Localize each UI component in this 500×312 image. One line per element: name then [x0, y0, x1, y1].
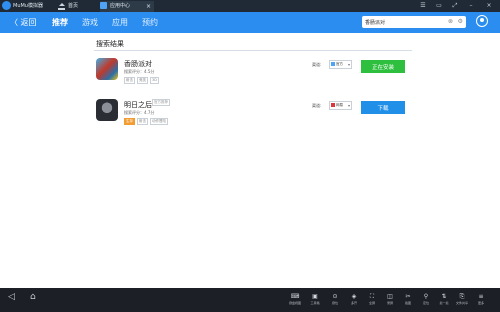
app-name[interactable]: 香肠派对: [124, 59, 152, 69]
clear-search-icon[interactable]: ⊗: [448, 17, 453, 27]
source-label: 渠道:: [312, 103, 322, 108]
tab-home-label: 首页: [68, 3, 79, 9]
tab-close-icon[interactable]: ×: [146, 1, 151, 12]
toolbox-icon: ▣: [312, 293, 318, 300]
keyboard-view-button[interactable]: ⌨ 键盘视图: [284, 293, 306, 306]
restore-icon[interactable]: ▭: [432, 0, 446, 12]
emulator-toolbar: ◁ ⌂ ⌨ 键盘视图 ▣ 工具箱 ⊙ 键位 ◈ 多开 ⛶ 全屏 ◫ 录屏 ✂ 截图 ⚲ 定位 ⇅…: [0, 288, 500, 312]
app-rating: 搜索评分：4.5分: [124, 69, 155, 74]
tool-label: 更多: [477, 301, 484, 305]
tag: 竞技: [137, 77, 148, 84]
result-item[interactable]: 香肠派对 搜索评分：4.5分 射击 竞技 3D 渠道: 官方 ▾ 正在安装: [92, 55, 414, 91]
source-select[interactable]: 官方 ▾: [329, 60, 352, 69]
search-box: ⊗ ⚙: [362, 16, 466, 28]
home-icon: [58, 1, 65, 10]
tool-label: 键盘视图: [288, 301, 301, 305]
gear-icon[interactable]: ⚙: [458, 17, 463, 27]
source-select[interactable]: 网易 ▾: [329, 101, 352, 110]
nav-tab-apps[interactable]: 应用: [112, 12, 128, 33]
back-button[interactable]: 〈 返回: [10, 12, 37, 33]
keyboard-icon: ⌨: [290, 293, 300, 300]
section-title: 搜索结果: [96, 40, 124, 48]
nav-tab-games[interactable]: 游戏: [82, 12, 98, 33]
recommend-badge: 官方推荐: [152, 99, 170, 106]
app-name[interactable]: 明日之后: [124, 100, 152, 110]
tag: 生存: [124, 118, 135, 125]
close-window-icon[interactable]: ×: [482, 0, 496, 12]
nav-tab-recommend[interactable]: 推荐: [52, 12, 68, 33]
source-logo-icon: [331, 62, 335, 66]
download-button[interactable]: 下载: [361, 101, 405, 114]
nav-bar: 〈 返回 推荐 游戏 应用 预约 ⊗ ⚙: [0, 12, 500, 33]
android-home-icon[interactable]: ⌂: [30, 292, 36, 302]
tag: 射击: [124, 77, 135, 84]
game-icon[interactable]: [96, 58, 118, 80]
android-back-icon[interactable]: ◁: [8, 292, 15, 302]
source-value: 官方: [336, 62, 343, 66]
tag-list: 射击 竞技 3D: [124, 76, 161, 84]
toolbox-button[interactable]: ▣ 工具箱: [304, 293, 326, 306]
chevron-down-icon: ▾: [347, 62, 350, 67]
mumu-logo-icon: [2, 1, 11, 10]
title-bar: MuMu模拟器 首页 应用中心 × ☰ ▭ ⤢ – ×: [0, 0, 500, 12]
tab-app-center-label: 应用中心: [110, 3, 131, 9]
app-center-icon: [100, 2, 107, 9]
tag-list: 生存 射击 动作冒险: [124, 117, 170, 125]
tag: 射击: [137, 118, 148, 125]
minimize-icon[interactable]: –: [464, 0, 478, 12]
app-rating: 搜索评分：4.7分: [124, 110, 155, 115]
search-input[interactable]: [365, 17, 445, 27]
installing-button[interactable]: 正在安装: [361, 60, 405, 73]
menu-icon[interactable]: ☰: [416, 0, 430, 12]
nav-tab-reserve[interactable]: 预约: [142, 12, 158, 33]
user-avatar-icon[interactable]: [476, 15, 488, 27]
fullscreen-icon[interactable]: ⤢: [448, 0, 462, 12]
tag: 3D: [150, 77, 159, 84]
section-divider: [94, 50, 412, 51]
search-results-panel: 搜索结果 香肠派对 搜索评分：4.5分 射击 竞技 3D 渠道: 官方 ▾ 正在安装 …: [92, 33, 414, 288]
tag: 动作冒险: [150, 118, 168, 125]
result-item[interactable]: 明日之后 官方推荐 搜索评分：4.7分 生存 射击 动作冒险 渠道: 网易 ▾ 下载: [92, 96, 414, 132]
tool-label: 工具箱: [310, 301, 320, 305]
more-button[interactable]: ≡ 更多: [470, 293, 492, 306]
game-icon[interactable]: [96, 99, 118, 121]
chevron-down-icon: ▾: [347, 103, 350, 108]
app-title: MuMu模拟器: [13, 3, 43, 9]
source-value: 网易: [336, 103, 343, 107]
source-label: 渠道:: [312, 62, 322, 67]
tab-home[interactable]: 首页: [58, 1, 98, 12]
main-content: 搜索结果 香肠派对 搜索评分：4.5分 射击 竞技 3D 渠道: 官方 ▾ 正在安装 …: [0, 33, 500, 288]
source-logo-icon: [331, 103, 335, 107]
tab-app-center[interactable]: 应用中心 ×: [100, 1, 154, 12]
more-icon: ≡: [478, 293, 484, 300]
